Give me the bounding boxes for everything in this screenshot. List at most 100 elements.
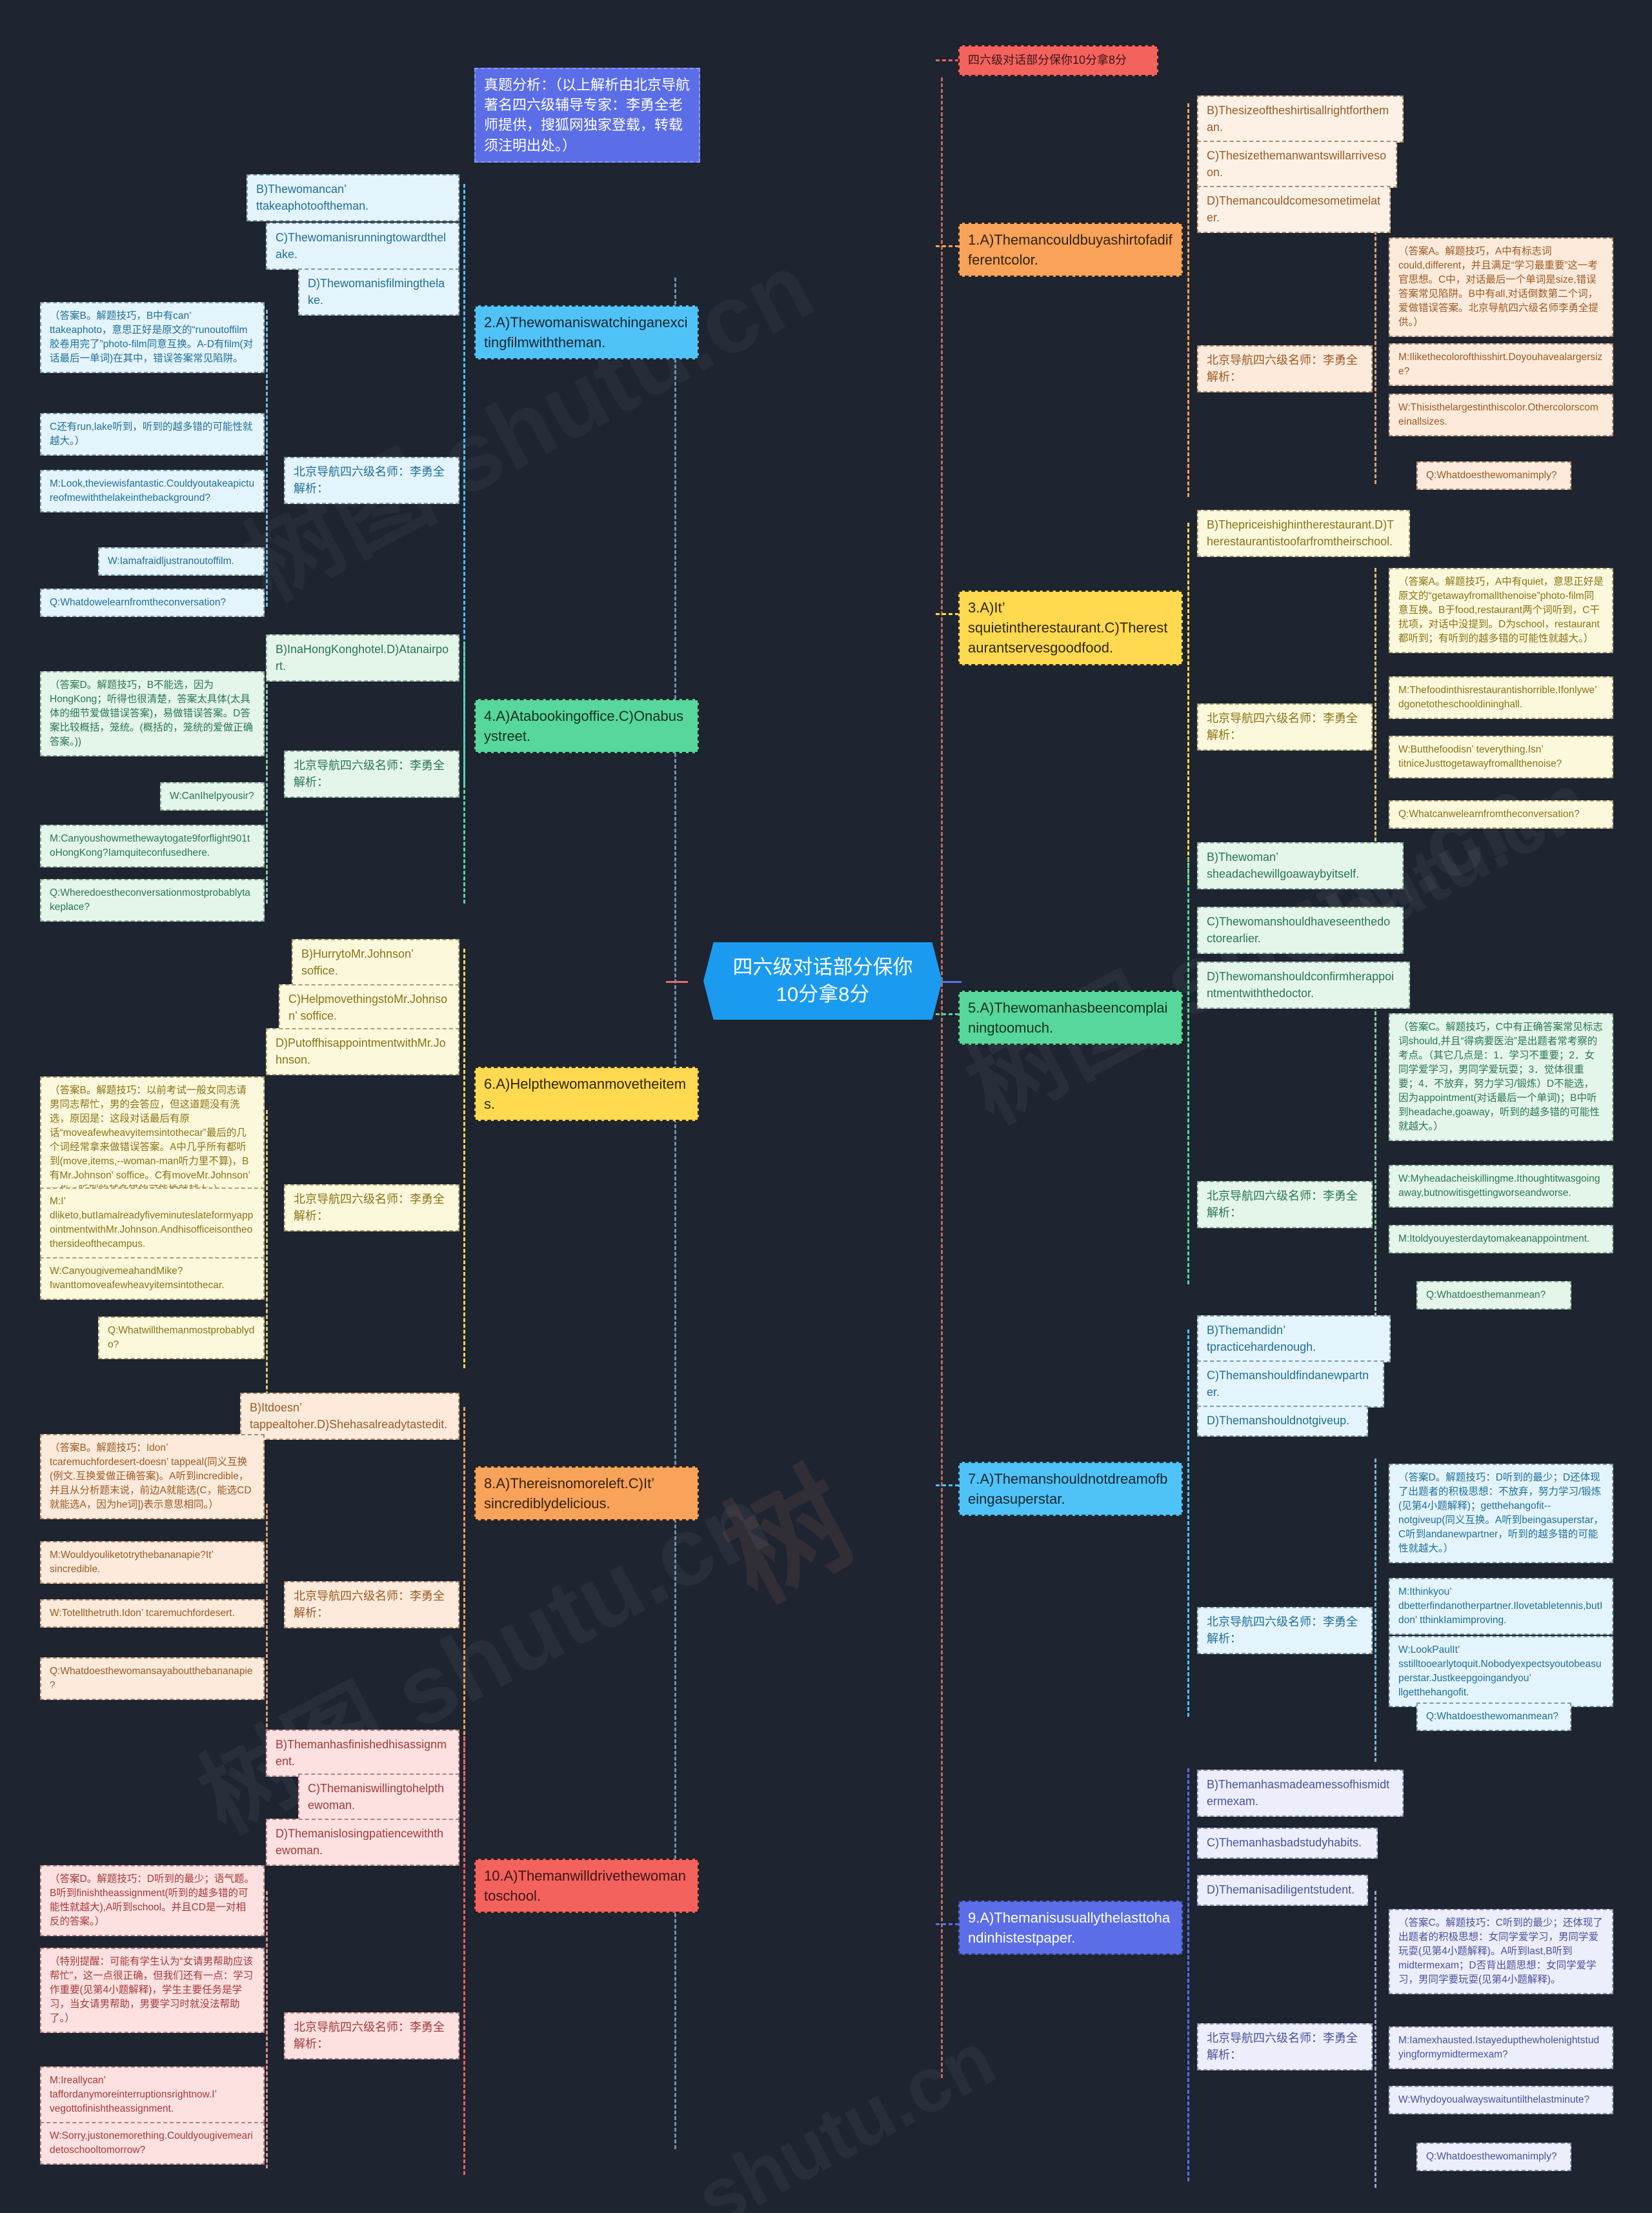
note-text: （答案D。解题技巧：D听到的最少；D还体现了出题者的积极思想：不放弃，努力学习/… bbox=[1398, 1472, 1604, 1554]
question-node-6[interactable]: 6.A)Helpthewomanmovetheitems. bbox=[474, 1067, 699, 1122]
option-item[interactable]: B)InaHongKonghotel.D)Atanairport. bbox=[266, 634, 459, 682]
note-item[interactable]: Q:Whatdoesthewomanimply? bbox=[1416, 2143, 1571, 2171]
question-node-9[interactable]: 9.A)Themanisusuallythelasttohandinhistes… bbox=[958, 1901, 1183, 1955]
note-item[interactable]: W:Totellthetruth.Idon’ tcaremuchfordeser… bbox=[40, 1599, 265, 1628]
root-node[interactable]: 四六级对话部分保你10分拿8分 bbox=[703, 942, 942, 1020]
teacher-label[interactable]: 北京导航四六级名师：李勇全解析： bbox=[284, 751, 459, 798]
question-node-1[interactable]: 1.A)Themancouldbuyashirtofadifferentcolo… bbox=[958, 223, 1183, 278]
note-item[interactable]: （答案D。解题技巧，B不能选，因为HongKong；听得也很清楚，答案太具体(太… bbox=[40, 671, 265, 756]
option-item[interactable]: D)PutoffhisappointmentwithMr.Johnson. bbox=[266, 1028, 459, 1076]
option-item[interactable]: B)Thepriceishighintherestaurant.D)Theres… bbox=[1197, 510, 1410, 558]
note-item[interactable]: M:Look,theviewisfantastic.Couldyoutakeap… bbox=[40, 470, 265, 512]
option-item[interactable]: B)Thesizeoftheshirtisallrightfortheman. bbox=[1197, 96, 1404, 143]
note-item[interactable]: Q:Whatdowelearnfromtheconversation? bbox=[40, 589, 265, 617]
question-node-4[interactable]: 4.A)Atabookingoffice.C)Onabusystreet. bbox=[474, 699, 699, 754]
teacher-label[interactable]: 北京导航四六级名师：李勇全解析： bbox=[1197, 2023, 1373, 2071]
teacher-label[interactable]: 北京导航四六级名师：李勇全解析： bbox=[284, 1581, 459, 1629]
note-item[interactable]: W:CanyougivemeahandMike?Iwanttomoveafewh… bbox=[40, 1257, 265, 1300]
note-item[interactable]: C还有run,lake听到，听到的越多错的可能性就越大。） bbox=[40, 413, 265, 456]
note-item[interactable]: M:Itoldyouyesterdaytomakeanappointment. bbox=[1389, 1225, 1613, 1253]
note-item[interactable]: M:Ithinkyou’ dbetterfindanotherpartner.I… bbox=[1389, 1578, 1613, 1635]
note-item[interactable]: W:Thisisthelargestinthiscolor.Othercolor… bbox=[1389, 394, 1613, 436]
option-item[interactable]: C)Themanshouldfindanewpartner. bbox=[1197, 1360, 1384, 1408]
note-item[interactable]: M:Thefoodinthisrestaurantishorrible.Ifon… bbox=[1389, 676, 1613, 719]
note-item[interactable]: （答案C。解题技巧，C中有正确答案常见标志词should,并且“得病要医治”是出… bbox=[1389, 1013, 1613, 1141]
note-item[interactable]: W:LookPaulIt’ sstilltooearlytoquit.Nobod… bbox=[1389, 1636, 1613, 1707]
option-item[interactable]: D)Thewomanisfilmingthelake. bbox=[298, 268, 459, 316]
note-item[interactable]: M:Ilikethecolorofthisshirt.Doyouhavealar… bbox=[1389, 343, 1613, 386]
note-text: （答案A。解题技巧，A中有标志词could,different，并且满足“学习最… bbox=[1398, 246, 1599, 328]
option-item[interactable]: B)HurrytoMr.Johnson’ soffice. bbox=[292, 939, 459, 987]
teacher-label[interactable]: 北京导航四六级名师：李勇全解析： bbox=[284, 457, 459, 505]
question-node-2[interactable]: 2.A)Thewomaniswatchinganexcitingfilmwith… bbox=[474, 305, 699, 360]
source-note-node[interactable]: 真题分析：（以上解析由北京导航著名四六级辅导专家：李勇全老师提供，搜狐网独家登载… bbox=[474, 68, 700, 163]
question-node-10[interactable]: 10.A)Themanwilldrivethewomantoschool. bbox=[474, 1859, 699, 1914]
note-item[interactable]: Q:Wheredoestheconversationmostprobablyta… bbox=[40, 879, 265, 922]
option-item[interactable]: D)Thewomanshouldconfirmherappointmentwit… bbox=[1197, 962, 1410, 1009]
note-item[interactable]: （答案D。解题技巧：D听到的最少；语气题。B听到finishtheassignm… bbox=[40, 1865, 265, 1936]
option-item[interactable]: C)HelpmovethingstoMr.Johnson’ soffice. bbox=[279, 984, 459, 1032]
note-item[interactable]: M:Wouldyouliketotrythebananapie?It’ sinc… bbox=[40, 1541, 265, 1584]
option-item[interactable]: D)Themanisadiligentstudent. bbox=[1197, 1875, 1368, 1906]
connector-right-q7 bbox=[936, 1484, 959, 1486]
option-item[interactable]: B)Themandidn’ tpracticehardenough. bbox=[1197, 1315, 1391, 1363]
option-item[interactable]: B)Thewoman’ sheadachewillgoawaybyitself. bbox=[1197, 842, 1404, 890]
option-item[interactable]: C)Thesizethemanwantswillarrivesoon. bbox=[1197, 141, 1397, 188]
option-item[interactable]: C)Thewomanshouldhaveseenthedoctorearlier… bbox=[1197, 907, 1404, 955]
teacher-label[interactable]: 北京导航四六级名师：李勇全解析： bbox=[284, 1184, 459, 1232]
note-item[interactable]: W:Sorry,justonemorething.Couldyougivemea… bbox=[40, 2122, 265, 2165]
option-item[interactable]: D)Themanshouldnotgiveup. bbox=[1197, 1406, 1368, 1437]
teacher-label[interactable]: 北京导航四六级名师：李勇全解析： bbox=[284, 2012, 459, 2060]
question-text: 9.A)Themanisusuallythelasttohandinhistes… bbox=[968, 1910, 1171, 1946]
root-label: 四六级对话部分保你10分拿8分 bbox=[732, 956, 913, 1005]
option-item[interactable]: C)Themanhasbadstudyhabits. bbox=[1197, 1828, 1378, 1859]
teacher-label[interactable]: 北京导航四六级名师：李勇全解析： bbox=[1197, 1607, 1373, 1655]
note-item[interactable]: M:Canyoushowmethewaytogate9forflight901t… bbox=[40, 825, 265, 867]
note-item[interactable]: （答案D。解题技巧：D听到的最少；D还体现了出题者的积极思想：不放弃，努力学习/… bbox=[1389, 1464, 1613, 1563]
note-item[interactable]: （答案A。解题技巧，A中有标志词could,different，并且满足“学习最… bbox=[1389, 237, 1613, 337]
note-item[interactable]: （答案B。解题技巧：Idon’ tcaremuchfordesert-doesn… bbox=[40, 1434, 265, 1519]
watermark: shutu.cn bbox=[682, 2015, 1009, 2213]
teacher-text: 北京导航四六级名师：李勇全解析： bbox=[1207, 2032, 1358, 2061]
note-item[interactable]: W:CanIhelpyousir? bbox=[160, 782, 265, 811]
note-item[interactable]: M:Iamexhausted.Istayedupthewholenightstu… bbox=[1389, 2026, 1613, 2069]
note-item[interactable]: Q:Whatdoesthewomanimply? bbox=[1416, 461, 1571, 490]
right-title-node[interactable]: 四六级对话部分保你10分拿8分 bbox=[958, 45, 1158, 76]
note-item[interactable]: （特别提醒：可能有学生认为“女请男帮助应该帮忙”，这一点很正确，但我们还有一点：… bbox=[40, 1948, 265, 2033]
teacher-label[interactable]: 北京导航四六级名师：李勇全解析： bbox=[1197, 345, 1373, 393]
question-node-8[interactable]: 8.A)Thereisnomoreleft.C)It’ sincrediblyd… bbox=[474, 1466, 699, 1521]
note-item[interactable]: W:Butthefoodisn’ teverything.Isn’ titnic… bbox=[1389, 736, 1613, 778]
note-item[interactable]: Q:Whatdoesthewomanmean? bbox=[1416, 1703, 1571, 1731]
note-text: M:Itoldyouyesterdaytomakeanappointment. bbox=[1398, 1233, 1590, 1244]
note-item[interactable]: （答案A。解题技巧，A中有quiet，意思正好是原文的“getawayfroma… bbox=[1389, 568, 1613, 653]
question-node-7[interactable]: 7.A)Themanshouldnotdreamofbeingasupersta… bbox=[958, 1462, 1183, 1517]
teacher-label[interactable]: 北京导航四六级名师：李勇全解析： bbox=[1197, 703, 1373, 751]
option-text: D)Thewomanisfilmingthelake. bbox=[308, 277, 445, 307]
note-text: （特别提醒：可能有学生认为“女请男帮助应该帮忙”，这一点很正确，但我们还有一点：… bbox=[50, 1956, 254, 2024]
teacher-label[interactable]: 北京导航四六级名师：李勇全解析： bbox=[1197, 1181, 1373, 1229]
option-item[interactable]: D)Themancouldcomesometimelater. bbox=[1197, 186, 1391, 234]
option-item[interactable]: B)Itdoesn’ tappealtoher.D)Shehasalreadyt… bbox=[240, 1393, 459, 1440]
option-item[interactable]: C)Themaniswillingtohelpthewoman. bbox=[298, 1773, 459, 1821]
option-item[interactable]: C)Thewomanisrunningtowardthelake. bbox=[266, 223, 459, 270]
note-item[interactable]: W:Iamafraidljustranoutoffilm. bbox=[98, 547, 265, 576]
note-item[interactable]: M:I’ dliketo,butIamalreadyfiveminuteslat… bbox=[40, 1187, 265, 1258]
connector-q6-notes bbox=[266, 1110, 268, 1407]
note-item[interactable]: （答案C。解题技巧：C听到的最少；还体现了出题者的积极思想：女同学爱学习，男同学… bbox=[1389, 1909, 1613, 1994]
note-item[interactable]: Q:Whatdoesthemanmean? bbox=[1416, 1281, 1571, 1309]
note-item[interactable]: Q:Whatcanwelearnfromtheconversation? bbox=[1389, 800, 1613, 829]
note-item[interactable]: （答案B。解题技巧：以前考试一般女同志请男同志帮忙，男的会答应，但这道题没有洗选… bbox=[40, 1076, 265, 1204]
option-item[interactable]: D)Themanislosingpatiencewiththewoman. bbox=[266, 1819, 459, 1866]
option-item[interactable]: B)Themanhasmadeamessofhismidtermexam. bbox=[1197, 1770, 1404, 1817]
note-item[interactable]: M:Ireallycan’ taffordanymoreinterruption… bbox=[40, 2066, 265, 2123]
option-item[interactable]: B)Thewomancan’ ttakeaphotooftheman. bbox=[247, 174, 459, 222]
note-item[interactable]: W:Whydoyoualwayswaituntilthelastminute? bbox=[1389, 2086, 1613, 2114]
note-item[interactable]: W:Myheadacheiskillingme.Ithoughtitwasgoi… bbox=[1389, 1165, 1613, 1208]
question-node-5[interactable]: 5.A)Thewomanhasbeencomplainingtoomuch. bbox=[958, 991, 1183, 1046]
note-item[interactable]: Q:Whatdoesthewomansayaboutthebananapie? bbox=[40, 1657, 265, 1700]
option-item[interactable]: B)Themanhasfinishedhisassignment. bbox=[266, 1730, 459, 1777]
note-item[interactable]: Q:Whatwillthemanmostprobablydo? bbox=[98, 1317, 265, 1359]
question-node-3[interactable]: 3.A)It’ squietintherestaurant.C)Theresta… bbox=[958, 591, 1183, 665]
note-item[interactable]: （答案B。解题技巧，B中有can’ ttakeaphoto，意思正好是原文的“r… bbox=[40, 302, 265, 373]
option-text: D)PutoffhisappointmentwithMr.Johnson. bbox=[276, 1036, 446, 1066]
